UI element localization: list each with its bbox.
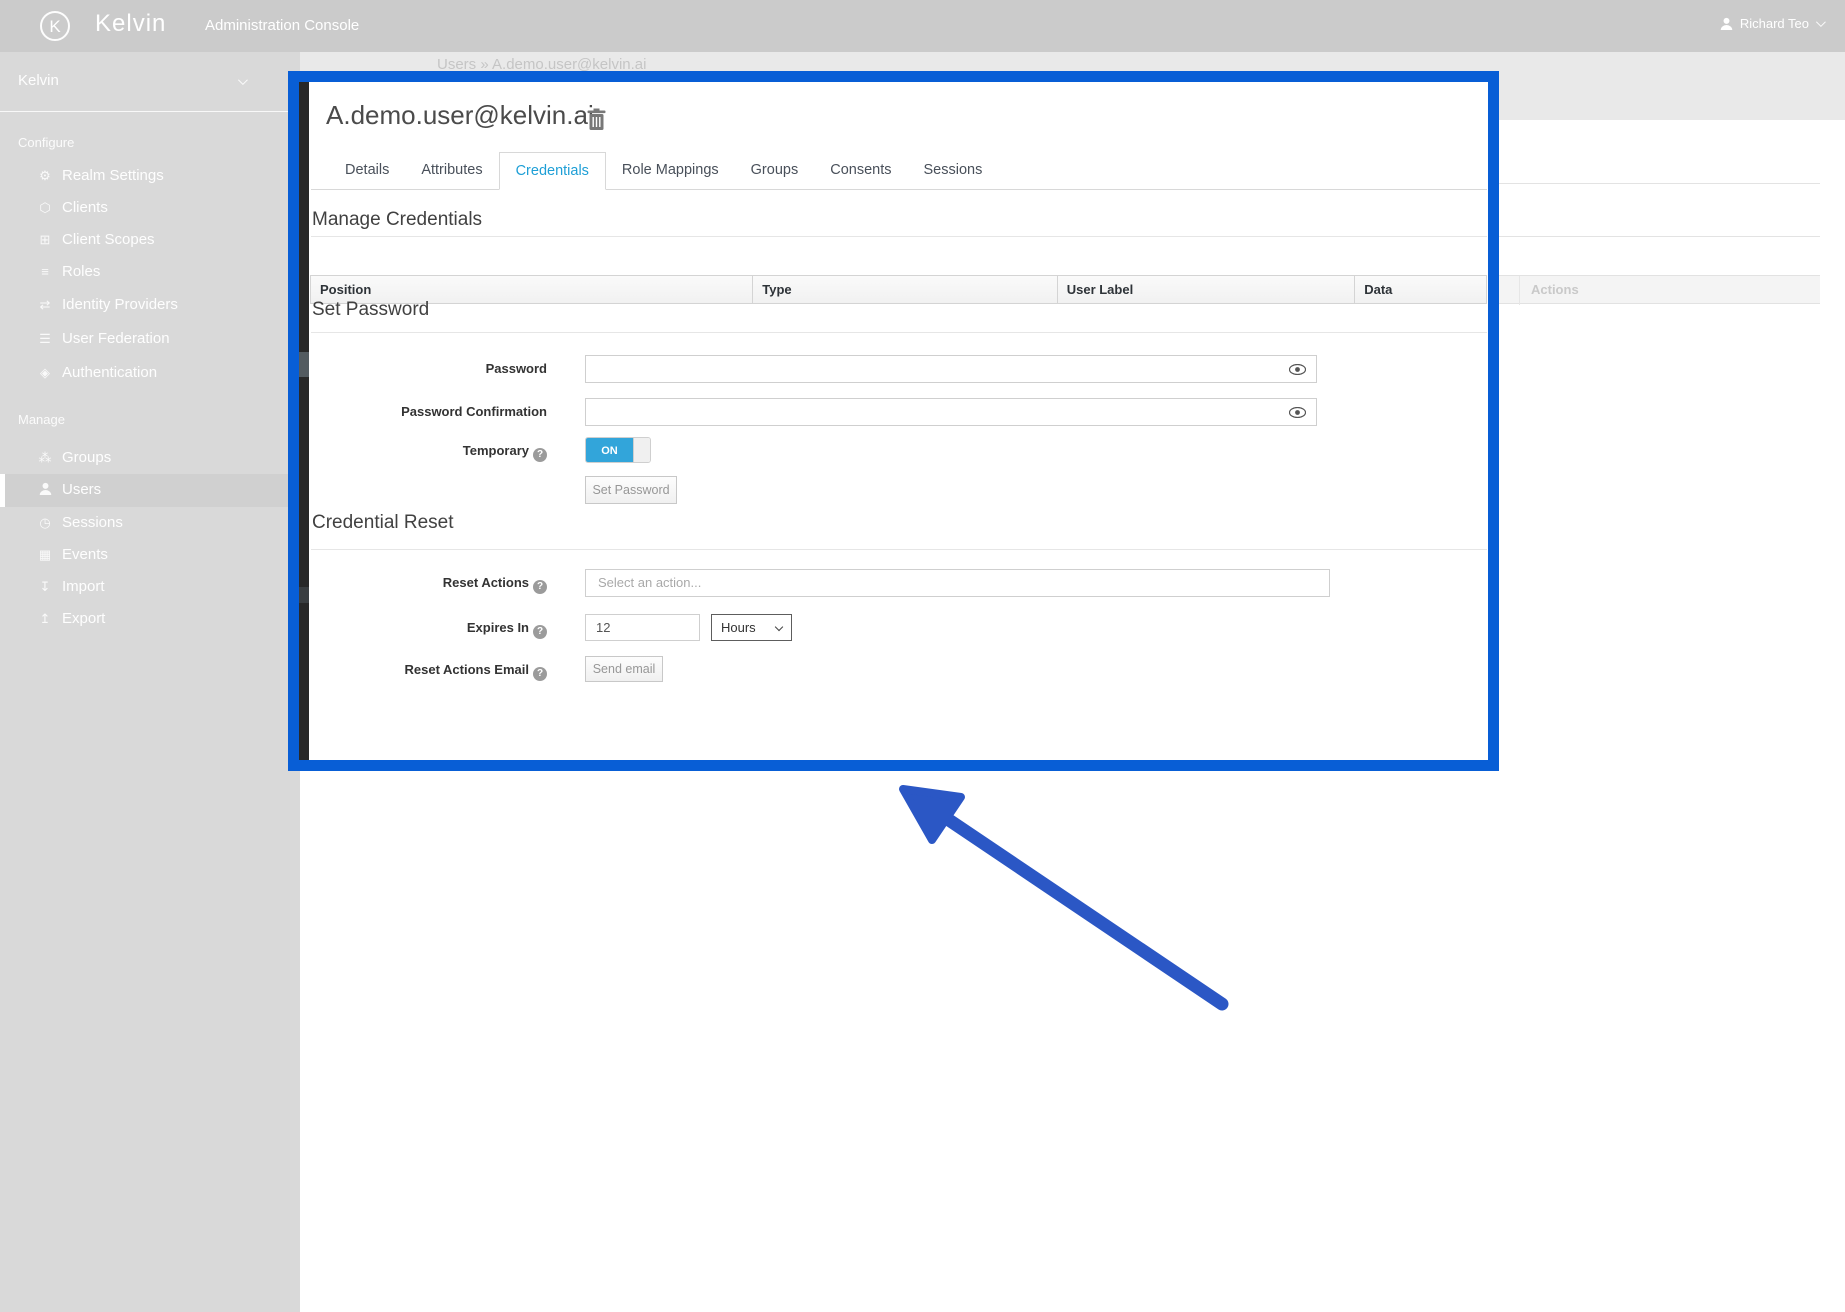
database-icon: ☰	[36, 331, 54, 347]
tab-details[interactable]: Details	[329, 152, 405, 190]
eye-icon	[1289, 364, 1306, 375]
sidebar-item-realm-settings[interactable]: ⚙ Realm Settings	[0, 160, 300, 193]
user-icon	[1720, 17, 1733, 30]
sidebar-item-roles[interactable]: ≡ Roles	[0, 256, 300, 289]
delete-user-icon[interactable]	[587, 108, 606, 131]
screen: K Kelvin Administration Console Richard …	[0, 0, 1845, 1312]
table-header-type: Type	[752, 276, 1056, 303]
eye-icon	[1289, 407, 1306, 418]
credentials-table-actions-remnant: Actions	[1499, 275, 1820, 304]
sidebar-section-configure: Configure	[18, 135, 74, 150]
reset-actions-select[interactable]: Select an action...	[585, 569, 1330, 597]
password-field[interactable]	[585, 355, 1279, 383]
expires-in-input[interactable]	[585, 614, 700, 641]
credentials-table-header: Position Type User Label Data	[310, 275, 1487, 304]
settings-icon: ⚙	[36, 168, 54, 184]
table-header-actions: Actions	[1531, 282, 1579, 297]
temporary-label: Temporary?	[299, 443, 547, 462]
highlight-box: A.demo.user@kelvin.ai Details Attributes…	[288, 71, 1499, 771]
realm-selector[interactable]: Kelvin	[0, 52, 300, 112]
temporary-toggle[interactable]: ON	[585, 437, 651, 463]
chevron-down-icon	[238, 75, 248, 85]
app-title: Administration Console	[205, 17, 359, 34]
sidebar-item-import[interactable]: ↧ Import	[0, 571, 300, 604]
groups-icon: ⁂	[36, 450, 54, 466]
reset-actions-label: Reset Actions?	[299, 575, 547, 594]
sidebar-item-groups[interactable]: ⁂ Groups	[0, 442, 300, 475]
help-icon: ?	[533, 625, 547, 639]
help-icon: ?	[533, 580, 547, 594]
divider	[311, 549, 1487, 550]
tab-groups[interactable]: Groups	[735, 152, 815, 190]
sidebar-edge-strip	[299, 82, 309, 760]
password-confirmation-label: Password Confirmation	[299, 404, 547, 419]
sidebar-item-identity-providers[interactable]: ⇄ Identity Providers	[0, 289, 300, 322]
clock-icon: ◷	[36, 515, 54, 531]
divider	[311, 236, 1487, 237]
sidebar: Kelvin Configure ⚙ Realm Settings ⬡ Clie…	[0, 52, 300, 1312]
page-title: A.demo.user@kelvin.ai	[326, 100, 594, 131]
reset-actions-email-label: Reset Actions Email?	[299, 662, 547, 681]
user-menu[interactable]: Richard Teo	[1720, 16, 1823, 31]
sidebar-item-user-federation[interactable]: ☰ User Federation	[0, 323, 300, 356]
export-icon: ↥	[36, 611, 54, 627]
toggle-on-label: ON	[586, 438, 633, 463]
show-password-button[interactable]	[1278, 355, 1317, 383]
sidebar-item-clients[interactable]: ⬡ Clients	[0, 192, 300, 225]
tab-consents[interactable]: Consents	[814, 152, 907, 190]
import-icon: ↧	[36, 579, 54, 595]
cubes-icon: ⊞	[36, 232, 54, 248]
brand-logo-icon: K	[40, 11, 70, 41]
set-password-button[interactable]: Set Password	[585, 476, 677, 504]
user-icon	[36, 482, 54, 498]
table-header-data: Data	[1354, 276, 1486, 303]
top-navbar: K Kelvin Administration Console Richard …	[0, 0, 1845, 52]
toggle-handle	[633, 438, 651, 463]
manage-credentials-heading: Manage Credentials	[312, 209, 482, 231]
credential-reset-heading: Credential Reset	[312, 512, 454, 534]
tab-attributes[interactable]: Attributes	[405, 152, 498, 190]
expires-in-label: Expires In?	[299, 620, 547, 639]
sidebar-item-users[interactable]: Users	[0, 474, 300, 507]
divider	[311, 332, 1487, 333]
sidebar-item-sessions[interactable]: ◷ Sessions	[0, 507, 300, 540]
sidebar-section-manage: Manage	[18, 412, 65, 427]
show-password-confirmation-button[interactable]	[1278, 398, 1317, 426]
chevron-down-icon	[775, 623, 783, 631]
divider	[1499, 183, 1820, 184]
expires-in-unit-select[interactable]: Hours	[711, 614, 792, 641]
send-email-button[interactable]: Send email	[585, 656, 663, 682]
divider	[1499, 236, 1820, 237]
list-icon: ≡	[36, 264, 54, 279]
table-header-user-label: User Label	[1057, 276, 1355, 303]
sidebar-item-export[interactable]: ↥ Export	[0, 603, 300, 636]
breadcrumb: Users » A.demo.user@kelvin.ai	[437, 56, 646, 71]
cube-icon: ⬡	[36, 200, 54, 216]
user-tabs: Details Attributes Credentials Role Mapp…	[329, 152, 998, 190]
sidebar-item-authentication[interactable]: ◈ Authentication	[0, 357, 300, 390]
user-name: Richard Teo	[1740, 16, 1809, 31]
tab-sessions[interactable]: Sessions	[907, 152, 998, 190]
calendar-icon: ▦	[36, 547, 54, 563]
exchange-icon: ⇄	[36, 297, 54, 313]
chevron-down-icon	[1816, 17, 1826, 27]
tab-credentials[interactable]: Credentials	[499, 152, 606, 190]
set-password-heading: Set Password	[312, 299, 429, 321]
password-label: Password	[299, 361, 547, 376]
tab-role-mappings[interactable]: Role Mappings	[606, 152, 735, 190]
divider	[1519, 276, 1520, 305]
lock-icon: ◈	[36, 365, 54, 381]
realm-name: Kelvin	[18, 72, 59, 89]
annotation-arrow-icon	[880, 770, 1250, 1030]
sidebar-item-client-scopes[interactable]: ⊞ Client Scopes	[0, 224, 300, 257]
help-icon: ?	[533, 667, 547, 681]
sidebar-item-events[interactable]: ▦ Events	[0, 539, 300, 572]
help-icon: ?	[533, 448, 547, 462]
password-confirmation-field[interactable]	[585, 398, 1279, 426]
brand-name: Kelvin	[95, 10, 166, 38]
